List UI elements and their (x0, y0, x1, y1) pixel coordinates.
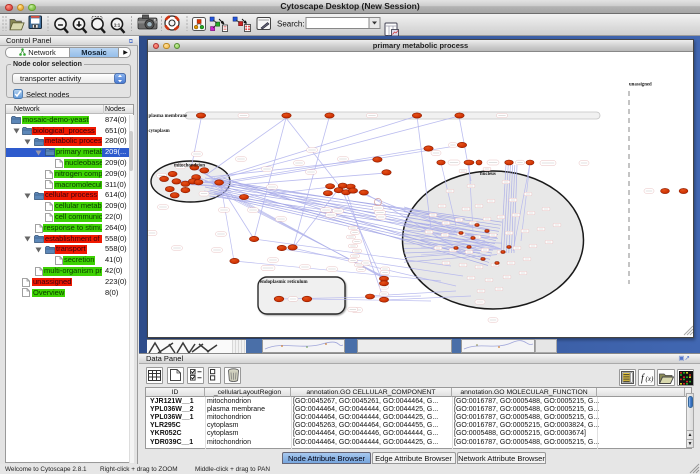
svg-text:1:1: 1:1 (114, 23, 121, 28)
svg-text:f: f (641, 373, 645, 384)
svg-text:endoplasmic reticulum: endoplasmic reticulum (260, 280, 308, 285)
svg-text:nucleus: nucleus (480, 172, 496, 177)
svg-text:mitochondrion: mitochondrion (174, 163, 205, 168)
svg-text:(x): (x) (645, 375, 653, 383)
svg-text:plasma membrane: plasma membrane (149, 114, 189, 119)
svg-text:cytoplasm: cytoplasm (149, 129, 170, 134)
svg-text:Search:: Search: (277, 20, 305, 29)
svg-text:unassigned: unassigned (629, 82, 652, 87)
